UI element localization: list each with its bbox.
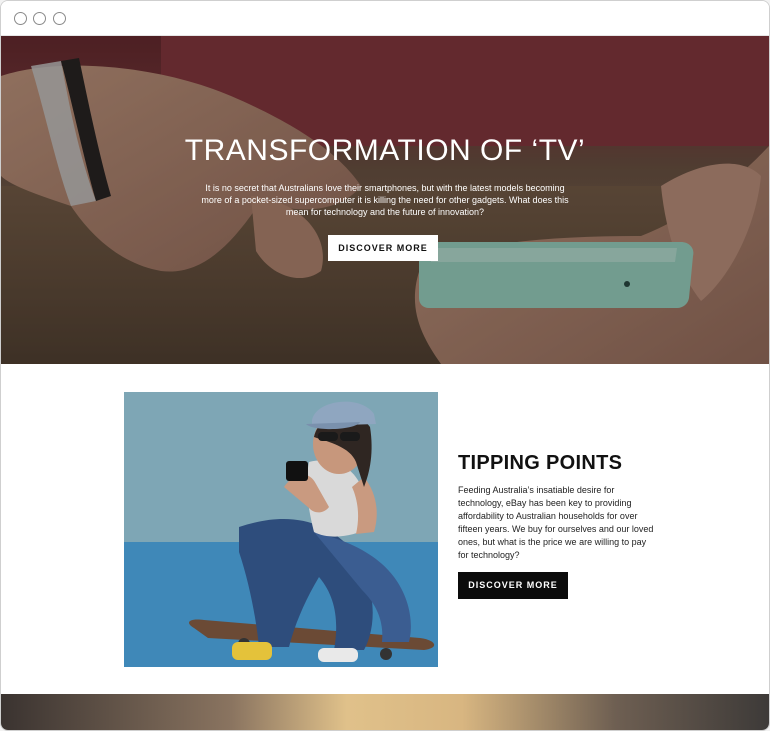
- hero-banner: TRANSFORMATION OF ‘TV’ It is no secret t…: [1, 36, 769, 364]
- maximize-window-dot[interactable]: [53, 12, 66, 25]
- feature-title: TIPPING POINTS: [458, 452, 623, 474]
- feature-discover-more-button[interactable]: DISCOVER MORE: [458, 572, 568, 599]
- hero-description: It is no secret that Australians love th…: [201, 183, 569, 217]
- feature-description: Feeding Australia’s insatiable desire fo…: [458, 485, 654, 560]
- close-window-dot[interactable]: [14, 12, 27, 25]
- next-section-image-preview: [1, 694, 769, 730]
- girl-with-phone-illustration: [124, 392, 438, 667]
- hero-title: TRANSFORMATION OF ‘TV’: [184, 134, 586, 167]
- minimize-window-dot[interactable]: [33, 12, 46, 25]
- browser-window: TRANSFORMATION OF ‘TV’ It is no secret t…: [0, 0, 770, 731]
- hero-discover-more-button[interactable]: DISCOVER MORE: [328, 235, 438, 261]
- feature-image: [124, 392, 438, 667]
- window-titlebar: [1, 1, 769, 36]
